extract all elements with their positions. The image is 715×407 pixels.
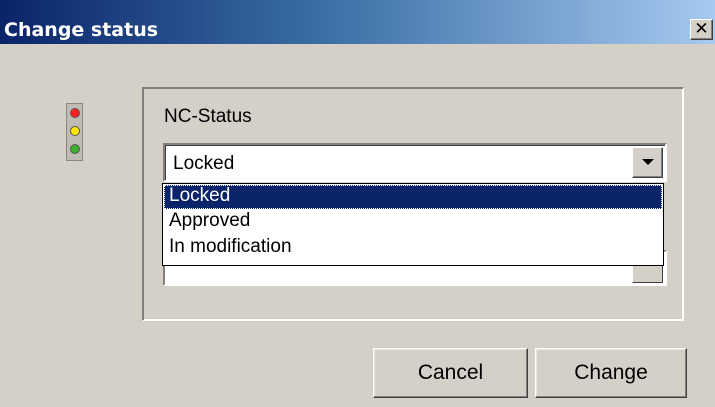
dropdown-arrow-button[interactable]: [632, 147, 663, 178]
close-button[interactable]: ✕: [690, 19, 713, 40]
option-in-modification[interactable]: In modification: [164, 236, 662, 260]
title-bar[interactable]: Change status ✕: [0, 0, 715, 44]
close-icon: ✕: [694, 19, 709, 39]
option-locked[interactable]: Locked: [164, 185, 662, 209]
change-status-dialog: Change status ✕ NC-Status Locked Locked …: [0, 0, 715, 407]
red-light-icon: [70, 108, 80, 118]
cancel-button[interactable]: Cancel: [373, 348, 528, 398]
traffic-light-icon: [66, 103, 83, 161]
nc-status-combobox[interactable]: Locked: [163, 143, 667, 182]
green-light-icon: [70, 144, 80, 154]
option-approved[interactable]: Approved: [164, 210, 662, 234]
nc-status-label: NC-Status: [164, 106, 252, 127]
nc-status-dropdown-list: Locked Approved In modification: [162, 183, 664, 266]
yellow-light-icon: [70, 126, 80, 136]
dialog-title: Change status: [4, 19, 159, 41]
combobox-selected-value: Locked: [173, 153, 235, 174]
change-button[interactable]: Change: [535, 348, 687, 398]
